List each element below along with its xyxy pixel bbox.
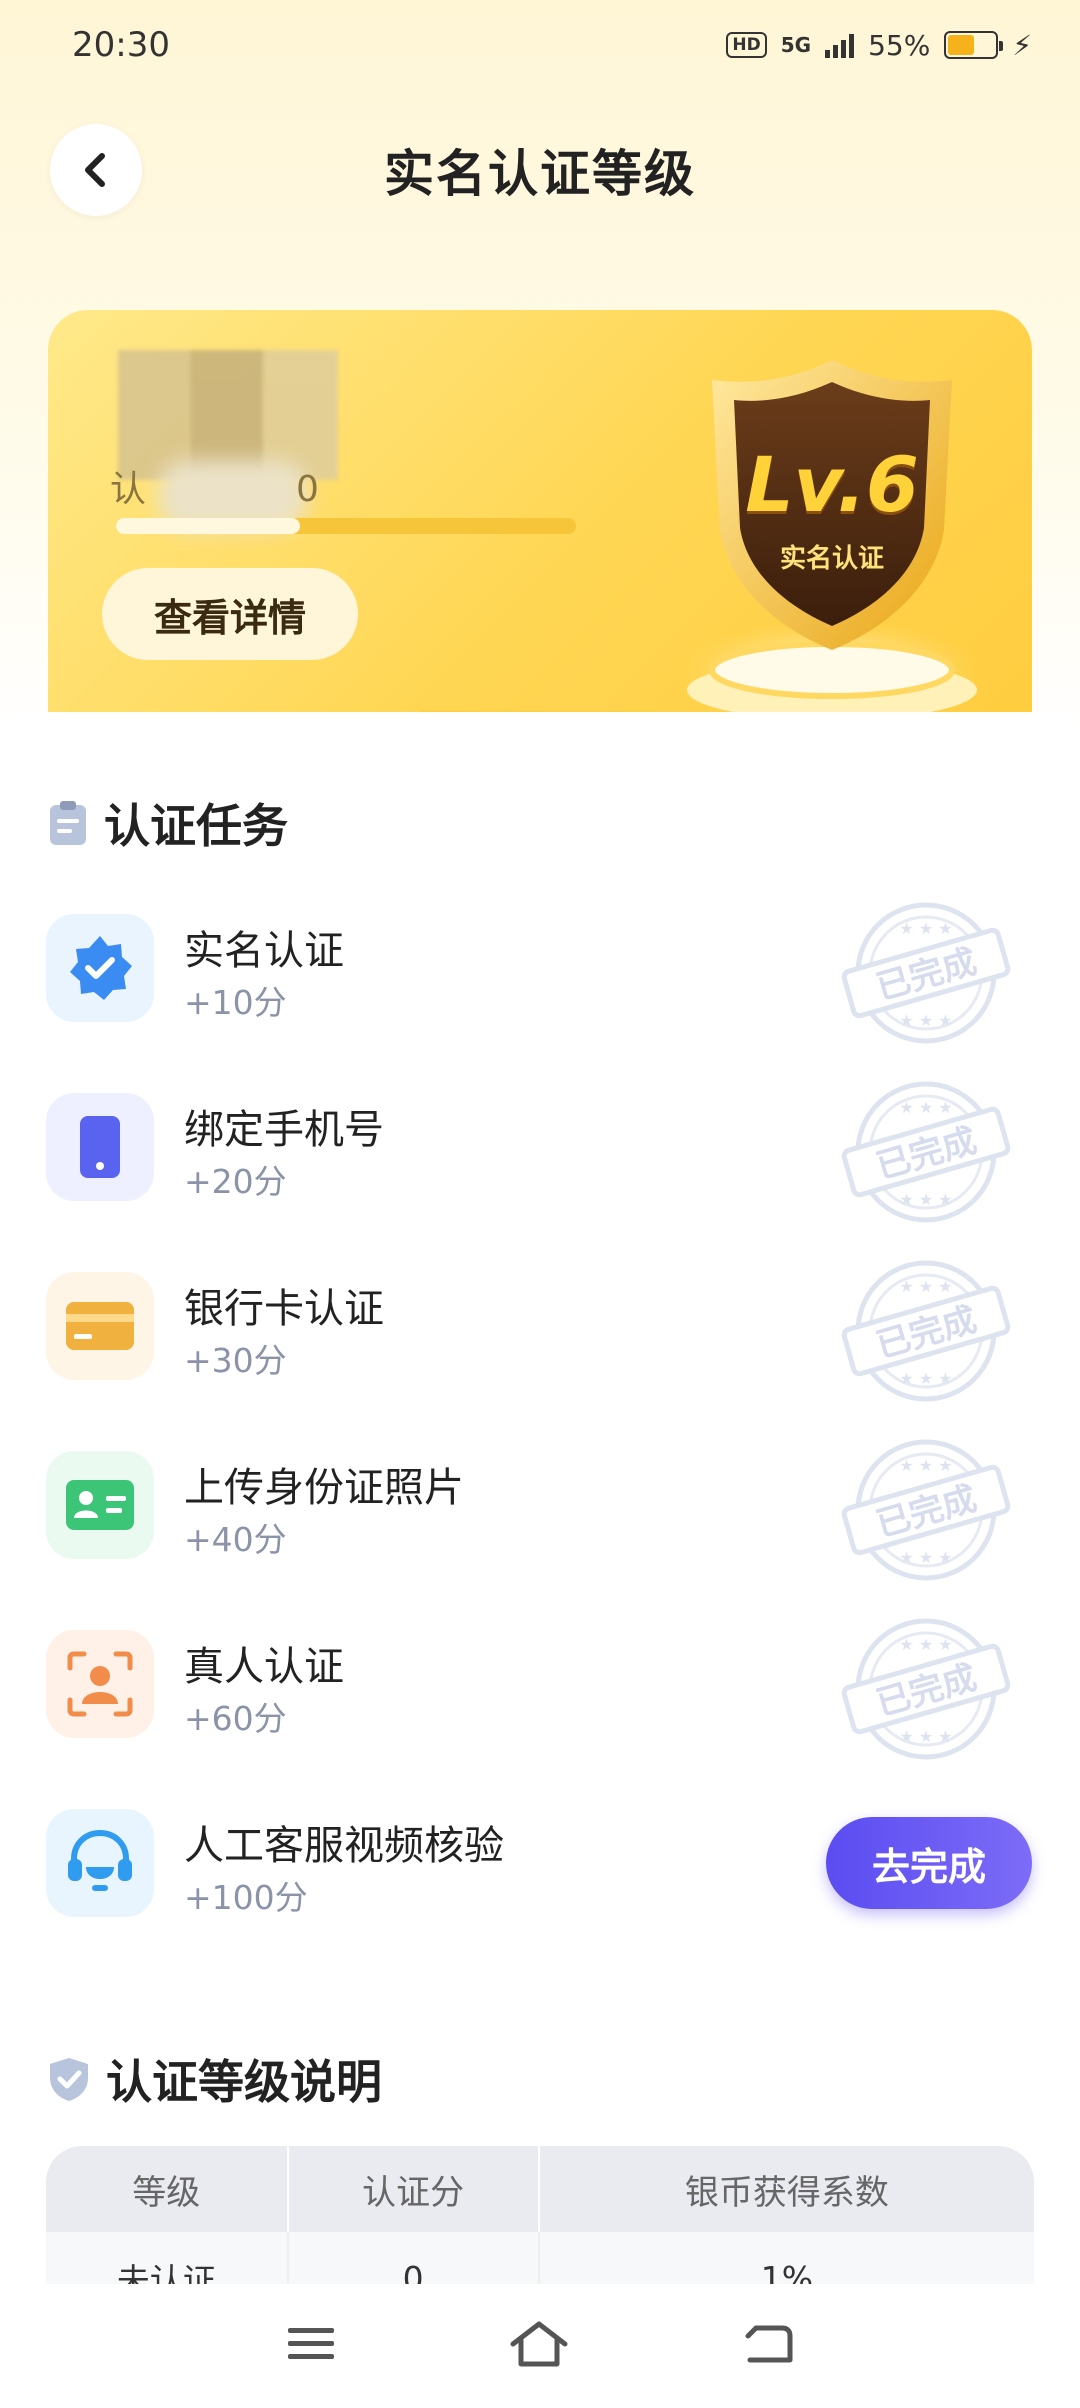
battery-percent: 55%	[868, 28, 931, 62]
table-row: 未认证 0 1%	[46, 2232, 1034, 2286]
task-item-face-verify[interactable]: 真人认证 +60分 已完成 ★ ★ ★ ★ ★ ★	[0, 1618, 1080, 1809]
task-name: 实名认证	[184, 928, 344, 974]
id-card-icon	[46, 1451, 154, 1559]
task-points: +10分	[184, 983, 287, 1022]
page-title: 实名认证等级	[384, 145, 696, 203]
hd-icon: HD	[726, 32, 767, 58]
table-cell: 未认证	[46, 2232, 289, 2286]
svg-text:★ ★ ★: ★ ★ ★	[899, 1635, 952, 1654]
task-points: +100分	[184, 1878, 308, 1917]
task-name: 真人认证	[184, 1644, 344, 1690]
table-cell: 1%	[538, 2232, 1034, 2286]
task-name: 银行卡认证	[184, 1286, 384, 1332]
home-icon	[510, 2321, 568, 2367]
back-arrow-icon	[745, 2325, 793, 2363]
task-name: 绑定手机号	[184, 1107, 384, 1153]
status-time: 20:30	[72, 25, 170, 65]
task-points: +40分	[184, 1520, 287, 1559]
svg-text:★ ★ ★: ★ ★ ★	[899, 1456, 952, 1475]
svg-text:★ ★ ★: ★ ★ ★	[899, 1277, 952, 1296]
battery-level	[948, 35, 974, 55]
task-name: 人工客服视频核验	[184, 1823, 504, 1869]
task-item-id-photo[interactable]: 上传身份证照片 +40分 已完成 ★ ★ ★ ★ ★ ★	[0, 1439, 1080, 1630]
levels-section-title: 认证等级说明	[48, 2046, 382, 2112]
svg-text:★ ★ ★: ★ ★ ★	[899, 1011, 952, 1030]
completed-stamp: 已完成 ★ ★ ★ ★ ★ ★	[840, 898, 1012, 1048]
table-header-row: 等级 认证分 银币获得系数	[46, 2146, 1034, 2232]
task-item-bind-phone[interactable]: 绑定手机号 +20分 已完成 ★ ★ ★ ★ ★ ★	[0, 1081, 1080, 1272]
level-progress-fill	[116, 518, 300, 534]
nav-bar: 实名认证等级	[0, 120, 1080, 220]
score-label: 认	[110, 469, 147, 510]
headset-icon	[46, 1809, 154, 1917]
battery-icon	[944, 31, 1004, 59]
home-button[interactable]	[509, 2320, 569, 2372]
svg-text:★ ★ ★: ★ ★ ★	[899, 919, 952, 938]
svg-text:★ ★ ★: ★ ★ ★	[899, 1098, 952, 1117]
svg-text:★ ★ ★: ★ ★ ★	[899, 1727, 952, 1746]
completed-stamp: 已完成 ★ ★ ★ ★ ★ ★	[840, 1256, 1012, 1406]
score-suffix: 0	[296, 469, 319, 510]
column-header: 认证分	[287, 2146, 540, 2232]
signal-icon	[825, 32, 855, 58]
stamp-icon: 已完成★ ★ ★★ ★ ★	[841, 902, 1011, 1044]
stamp-icon: 已完成★ ★ ★★ ★ ★	[841, 1439, 1011, 1581]
back-button[interactable]	[50, 124, 142, 216]
system-nav-bar	[0, 2284, 1080, 2408]
bank-card-icon	[46, 1272, 154, 1380]
verified-star-icon	[46, 914, 154, 1022]
score-text: 认0	[110, 460, 319, 512]
status-bar: 20:30 HD 5G 55% ⚡	[0, 0, 1080, 90]
task-points: +20分	[184, 1162, 287, 1201]
menu-button[interactable]	[286, 2324, 336, 2368]
level-card: 认0 查看详情 Lv.6 实名认证	[48, 310, 1032, 750]
network-type: 5G	[780, 33, 812, 57]
menu-icon	[288, 2328, 335, 2359]
charging-icon: ⚡	[1012, 28, 1032, 62]
completed-stamp: 已完成 ★ ★ ★ ★ ★ ★	[840, 1435, 1012, 1585]
shield-check-icon	[50, 2058, 88, 2101]
column-header: 银币获得系数	[538, 2146, 1034, 2232]
level-table: 等级 认证分 银币获得系数 未认证 0 1%	[46, 2146, 1034, 2286]
column-header: 等级	[46, 2146, 289, 2232]
view-details-button[interactable]: 查看详情	[102, 568, 358, 660]
task-item-bank-card[interactable]: 银行卡认证 +30分 已完成 ★ ★ ★ ★ ★ ★	[0, 1260, 1080, 1451]
svg-text:★ ★ ★: ★ ★ ★	[899, 1190, 952, 1209]
task-name: 上传身份证照片	[184, 1465, 464, 1511]
level-badge: Lv.6 实名认证	[672, 340, 992, 740]
face-scan-icon	[46, 1630, 154, 1738]
phone-icon	[46, 1093, 154, 1201]
task-item-real-name[interactable]: 实名认证 +10分 已完成 ★ ★ ★ ★ ★ ★	[0, 902, 1080, 1093]
status-icons: HD 5G 55% ⚡	[726, 29, 1032, 62]
clipboard-icon	[50, 801, 86, 845]
stamp-icon: 已完成★ ★ ★★ ★ ★	[841, 1618, 1011, 1760]
go-complete-button[interactable]: 去完成	[826, 1817, 1032, 1909]
tasks-title-text: 认证任务	[104, 799, 288, 853]
task-item-video-verify[interactable]: 人工客服视频核验 +100分 去完成	[0, 1809, 1080, 1988]
badge-caption: 实名认证	[779, 544, 884, 574]
svg-text:★ ★ ★: ★ ★ ★	[899, 1369, 952, 1388]
task-points: +60分	[184, 1699, 287, 1738]
tasks-section-title: 认证任务	[48, 790, 288, 856]
table-cell: 0	[287, 2232, 540, 2286]
stamp-icon: 已完成★ ★ ★★ ★ ★	[841, 1081, 1011, 1223]
stamp-icon: 已完成★ ★ ★★ ★ ★	[841, 1260, 1011, 1402]
badge-level-text: Lv.6	[745, 440, 919, 529]
chevron-left-icon	[85, 153, 105, 187]
levels-title-text: 认证等级说明	[106, 2055, 382, 2109]
system-back-button[interactable]	[742, 2322, 794, 2370]
completed-stamp: 已完成 ★ ★ ★ ★ ★ ★	[840, 1077, 1012, 1227]
level-progress-bar	[116, 518, 576, 534]
task-points: +30分	[184, 1341, 287, 1380]
completed-stamp: 已完成 ★ ★ ★ ★ ★ ★	[840, 1614, 1012, 1764]
svg-text:★ ★ ★: ★ ★ ★	[899, 1548, 952, 1567]
